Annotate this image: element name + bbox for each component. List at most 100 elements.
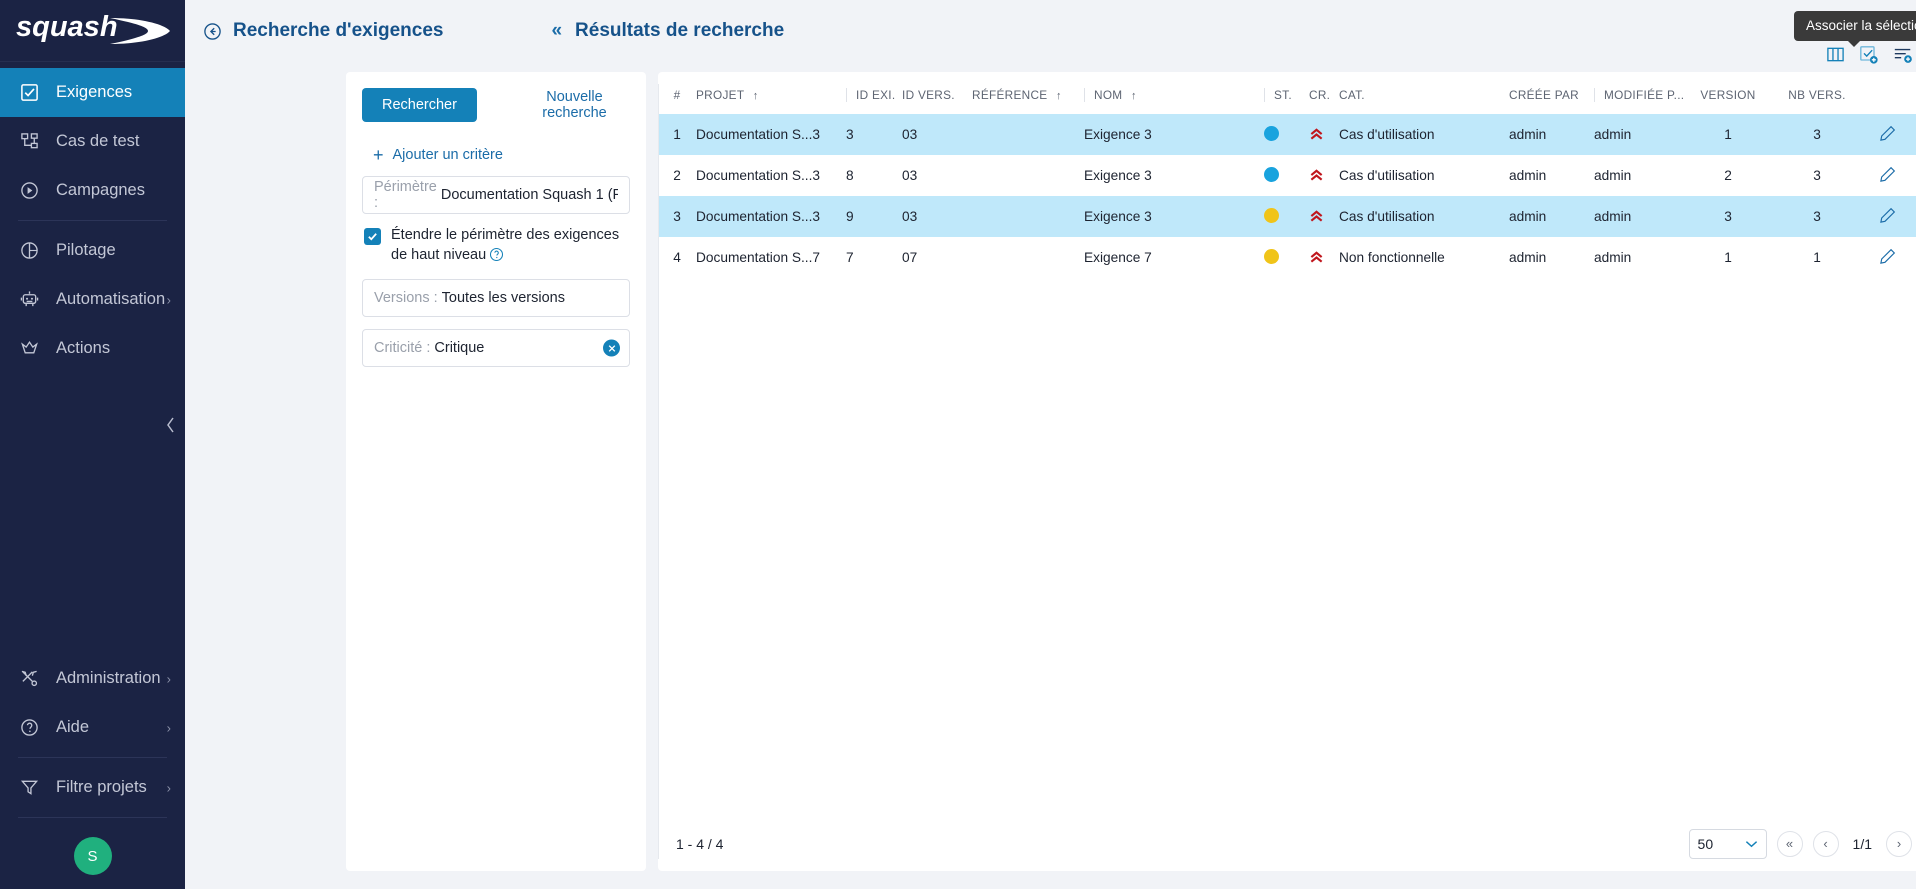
page-size-value: 50 xyxy=(1698,836,1714,852)
sidebar-item-label: Campagnes xyxy=(56,181,145,200)
question-circle-icon[interactable] xyxy=(489,247,504,262)
user-menu[interactable]: S xyxy=(0,823,185,875)
cell-version: 1 xyxy=(1684,114,1772,155)
status-badge xyxy=(1264,126,1279,141)
sidebar-item-campagnes[interactable]: Campagnes xyxy=(0,166,185,215)
cell-reference xyxy=(972,196,1084,237)
search-button[interactable]: Rechercher xyxy=(362,88,477,122)
criterion-criticite[interactable]: Criticité : Critique xyxy=(362,329,630,367)
sidebar-item-actions[interactable]: Actions xyxy=(0,324,185,373)
double-chevron-up-icon xyxy=(1309,209,1324,224)
chevron-right-icon: › xyxy=(167,292,171,307)
col-label: RÉFÉRENCE xyxy=(972,88,1047,102)
double-chevron-up-icon xyxy=(1309,127,1324,142)
table-row[interactable]: 4Documentation S...7707Exigence 7Non fon… xyxy=(658,237,1916,278)
checkbox-check-icon xyxy=(16,82,42,104)
cell-action-edit xyxy=(1862,155,1914,196)
table-row[interactable]: 1Documentation S...3303Exigence 3Cas d'u… xyxy=(658,114,1916,155)
pagination-controls: 50 « ‹ 1/1 › » xyxy=(1689,829,1916,859)
cell-nom: Exigence 3 xyxy=(1084,196,1234,237)
col-header-creee-par[interactable]: CRÉÉE PAR xyxy=(1509,72,1594,114)
double-chevron-left-icon[interactable]: « xyxy=(551,20,562,42)
tree-icon xyxy=(16,131,42,153)
col-header-projet[interactable]: PROJET ↑ xyxy=(696,72,846,114)
clear-criterion-button[interactable] xyxy=(603,340,620,357)
first-page-button[interactable]: « xyxy=(1777,831,1803,857)
associate-selection-icon[interactable] xyxy=(1859,45,1879,65)
sidebar-collapse-button[interactable] xyxy=(161,413,179,437)
chevron-right-icon: › xyxy=(167,780,171,795)
col-header-version[interactable]: VERSION xyxy=(1684,72,1772,114)
pagination-count: 1 - 4 / 4 xyxy=(676,836,723,852)
cell-id-vers: 07 xyxy=(902,237,972,278)
criterion-value: Documentation Squash 1 (FR), Pr... xyxy=(441,187,618,203)
col-header-modifiee-par[interactable]: MODIFIÉE P... xyxy=(1594,72,1684,114)
sidebar-item-administration[interactable]: Administration › xyxy=(0,654,185,703)
main-area: Recherche d'exigences « Résultats de rec… xyxy=(185,0,1916,889)
cell-action-edit xyxy=(1862,196,1914,237)
criterion-versions[interactable]: Versions : Toutes les versions xyxy=(362,279,630,317)
cell-spacer xyxy=(1234,196,1264,237)
sidebar-item-pilotage[interactable]: Pilotage xyxy=(0,226,185,275)
filter-list-add-icon[interactable] xyxy=(1893,45,1913,65)
avatar[interactable]: S xyxy=(74,837,112,875)
cell-nom: Exigence 7 xyxy=(1084,237,1234,278)
content-area: Rechercher Nouvelle recherche + Ajouter … xyxy=(185,62,1916,889)
cell-categorie: Cas d'utilisation xyxy=(1339,155,1509,196)
results-table: # PROJET ↑ ID EXI. ID VERS. RÉFÉRENCE ↑ xyxy=(658,72,1916,278)
col-header-statut[interactable]: ST. xyxy=(1264,72,1309,114)
col-header-id-vers[interactable]: ID VERS. xyxy=(902,72,972,114)
col-header-num[interactable]: # xyxy=(658,72,696,114)
new-search-link[interactable]: Nouvelle recherche xyxy=(519,89,630,121)
sidebar-item-aide[interactable]: Aide › xyxy=(0,703,185,752)
close-icon xyxy=(608,344,616,352)
col-header-nb-vers[interactable]: NB VERS. xyxy=(1772,72,1862,114)
avatar-initial: S xyxy=(87,848,97,865)
criterion-label: Versions : xyxy=(374,290,438,306)
prev-page-button[interactable]: ‹ xyxy=(1813,831,1839,857)
cell-num: 3 xyxy=(658,196,696,237)
criterion-perimetre[interactable]: Périmètre : Documentation Squash 1 (FR),… xyxy=(362,176,630,214)
add-criterion-button[interactable]: + Ajouter un critère xyxy=(373,146,630,164)
col-header-categorie[interactable]: CAT. xyxy=(1339,72,1509,114)
criterion-value: Toutes les versions xyxy=(442,290,565,306)
edit-row-button[interactable] xyxy=(1880,207,1896,223)
cell-nb-vers: 1 xyxy=(1772,237,1862,278)
col-header-action-edit xyxy=(1862,72,1914,114)
extend-scope-label: Étendre le périmètre des exigences de ha… xyxy=(391,226,630,265)
col-header-criticite[interactable]: CR. xyxy=(1309,72,1339,114)
sidebar: squash Exigences xyxy=(0,0,185,889)
edit-row-button[interactable] xyxy=(1880,248,1896,264)
sidebar-item-label: Pilotage xyxy=(56,241,116,260)
sidebar-item-label: Automatisation xyxy=(56,290,165,309)
extend-scope-checkbox[interactable] xyxy=(364,228,381,245)
table-row[interactable]: 3Documentation S...3903Exigence 3Cas d'u… xyxy=(658,196,1916,237)
sidebar-divider xyxy=(18,757,167,758)
breadcrumb-recherche-exigences[interactable]: Recherche d'exigences xyxy=(203,20,443,42)
edit-row-button[interactable] xyxy=(1880,166,1896,182)
col-header-id-exi[interactable]: ID EXI. xyxy=(846,72,902,114)
double-chevron-up-icon xyxy=(1309,250,1324,265)
sidebar-item-automatisation[interactable]: Automatisation › xyxy=(0,275,185,324)
col-label: VERSION xyxy=(1700,88,1755,102)
panel-title-results[interactable]: « Résultats de recherche xyxy=(551,20,784,42)
results-panel: # PROJET ↑ ID EXI. ID VERS. RÉFÉRENCE ↑ xyxy=(658,72,1916,871)
cell-statut xyxy=(1264,114,1309,155)
page-size-select[interactable]: 50 xyxy=(1689,829,1767,859)
cell-version: 1 xyxy=(1684,237,1772,278)
cell-action-edit xyxy=(1862,114,1914,155)
sidebar-main-nav: Exigences Cas de test xyxy=(0,62,185,373)
table-row[interactable]: 2Documentation S...3803Exigence 3Cas d'u… xyxy=(658,155,1916,196)
col-header-reference[interactable]: RÉFÉRENCE ↑ xyxy=(972,72,1084,114)
extend-scope-text: Étendre le périmètre des exigences de ha… xyxy=(391,227,619,263)
sidebar-item-cas-de-test[interactable]: Cas de test xyxy=(0,117,185,166)
col-header-nom[interactable]: NOM ↑ xyxy=(1084,72,1234,114)
cell-id-exi: 8 xyxy=(846,155,902,196)
app-logo[interactable]: squash xyxy=(0,0,185,62)
sidebar-item-filtre-projets[interactable]: Filtre projets › xyxy=(0,763,185,812)
next-page-button[interactable]: › xyxy=(1886,831,1912,857)
cell-spacer xyxy=(1234,114,1264,155)
edit-row-button[interactable] xyxy=(1880,125,1896,141)
sidebar-item-exigences[interactable]: Exigences xyxy=(0,68,185,117)
columns-icon[interactable] xyxy=(1826,45,1845,64)
